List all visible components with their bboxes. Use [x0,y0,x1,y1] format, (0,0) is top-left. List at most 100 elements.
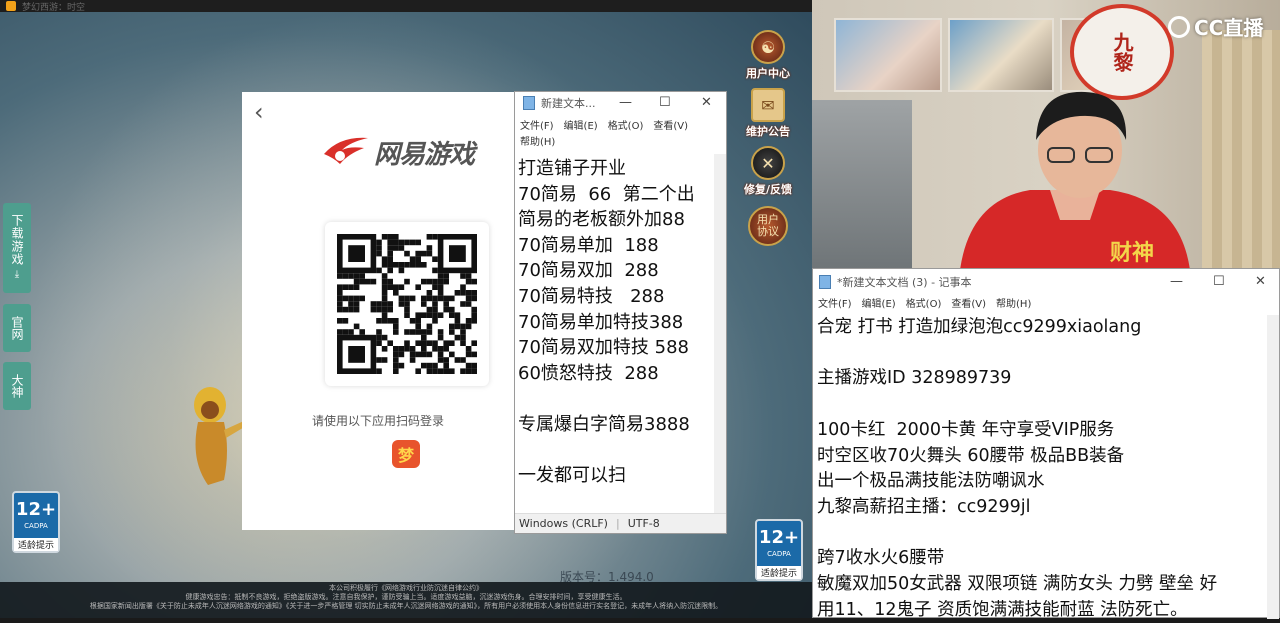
user-center-button[interactable]: ☯ 用户中心 [746,30,790,81]
menu-view[interactable]: 查看(V) [951,299,986,310]
menu-help[interactable]: 帮助(H) [996,299,1031,310]
vertical-scrollbar[interactable] [1267,315,1279,619]
streamer: 财神 [960,91,1190,268]
age-rating-org: CADPA [767,550,791,558]
qr-module [359,295,365,302]
qr-module [460,273,466,279]
qr-module [376,267,382,274]
notepad-large-menubar: 文件(F) 编辑(E) 格式(O) 查看(V) 帮助(H) [818,297,1041,313]
qr-module [409,346,416,352]
qr-module [443,368,449,374]
qr-module [404,340,410,346]
maximize-icon[interactable]: ☐ [659,95,671,110]
qr-module [443,357,449,363]
menu-format[interactable]: 格式(O) [608,121,644,132]
notepad-large-text[interactable]: 合宠 打书 打造加绿泡泡cc9299xiaolang 主播游戏ID 328989… [817,315,1265,623]
qr-module [465,368,472,374]
monkey-king-character [194,387,246,485]
qr-module [426,340,433,346]
qr-module [421,250,427,257]
menu-help[interactable]: 帮助(H) [520,137,555,148]
qr-module [421,346,427,352]
game-titlebar: 梦幻西游：时空 [0,0,812,13]
qr-module [415,318,421,324]
qr-module [398,245,405,251]
menu-edit[interactable]: 编辑(E) [564,121,598,132]
game-app-icon [6,1,16,11]
qr-module [437,295,444,302]
qr-module [465,323,472,330]
qr-module [437,368,444,374]
qr-module [376,329,382,335]
qr-module [376,250,382,257]
dashen-tab[interactable]: 大神 [3,362,31,410]
qr-module [426,362,433,369]
maintenance-notice-button[interactable]: ✉ 维护公告 [746,88,790,139]
qr-module [465,295,472,302]
close-icon[interactable]: ✕ [701,95,712,110]
qr-module [370,278,377,285]
qr-module [337,306,343,313]
qr-module [342,284,349,290]
qr-code-image [337,234,477,374]
minimize-icon[interactable]: — [619,95,632,110]
repair-feedback-button[interactable]: ✕ 修复/反馈 [744,146,792,197]
qr-module [348,284,354,290]
qr-module [432,340,438,346]
qr-module [398,239,405,246]
menu-format[interactable]: 格式(O) [906,299,942,310]
qr-module [460,323,466,330]
qr-module [432,284,438,290]
qr-module [387,234,393,240]
qr-module [432,306,438,313]
menu-edit[interactable]: 编辑(E) [862,299,896,310]
qr-module [381,301,388,307]
qr-module [460,368,466,374]
maximize-icon[interactable]: ☐ [1213,274,1225,289]
qr-module [443,362,449,369]
qr-module [432,267,438,274]
wall-poster [834,18,942,92]
qr-module [409,262,416,268]
qr-module [471,306,477,313]
qr-module [415,340,421,346]
qr-module [409,351,416,358]
user-agreement-label: 用户协议 [757,213,779,238]
menu-file[interactable]: 文件(F) [520,121,554,132]
streamer-webcam: 九黎 CC直播 财神 [812,0,1280,268]
minimize-icon[interactable]: — [1170,274,1183,289]
qr-module [426,351,433,358]
qr-module [393,262,399,268]
qr-module [353,295,360,302]
curtain [1202,30,1280,268]
qr-module [415,256,421,262]
qr-module [404,346,410,352]
qr-module [381,284,388,290]
user-agreement-button[interactable]: 用户协议 [746,206,790,246]
qr-module [376,239,382,246]
menu-view[interactable]: 查看(V) [653,121,688,132]
official-site-tab[interactable]: 官网 [3,304,31,352]
qr-module [437,273,444,279]
qr-module [432,362,438,369]
vertical-scrollbar[interactable] [714,154,726,514]
qr-finder [348,245,365,262]
back-arrow-icon[interactable]: ‹ [254,98,264,126]
window-blind [812,100,912,268]
qr-module [471,290,477,296]
qr-module [437,329,444,335]
qr-module [437,351,444,358]
scan-login-hint: 请使用以下应用扫码登录 [311,414,444,428]
qr-module [387,340,393,346]
download-game-tab[interactable]: 下载游戏 ⤓ [3,203,31,293]
menu-file[interactable]: 文件(F) [818,299,852,310]
notepad-small-text[interactable]: 打造铺子开业 70简易 66 第二个出 简易的老板额外加88 70简易单加 18… [518,156,713,489]
qr-module [449,329,455,335]
qr-module [443,306,449,313]
qr-module [443,346,449,352]
qr-module [432,312,438,318]
qr-module [432,346,438,352]
qr-module [409,295,416,302]
qr-module [365,278,371,285]
close-icon[interactable]: ✕ [1255,274,1266,289]
